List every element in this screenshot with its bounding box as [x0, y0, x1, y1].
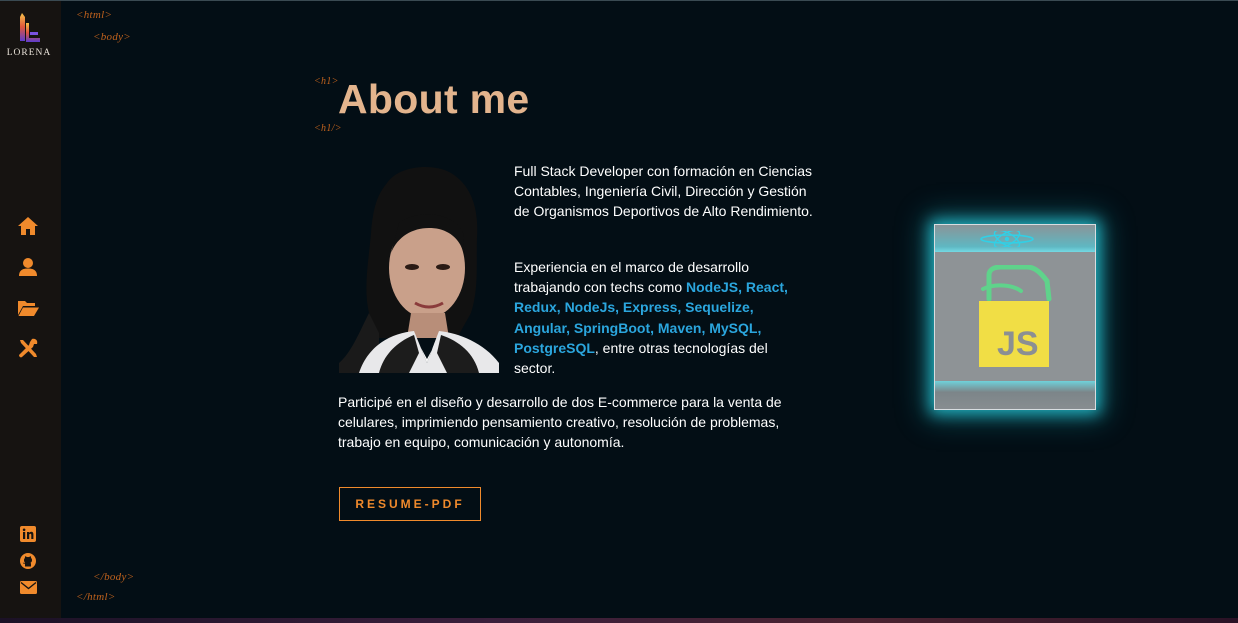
- h1-close-tag: <h1/>: [314, 123, 342, 134]
- tools-icon: [19, 338, 38, 358]
- resume-pdf-button[interactable]: RESUME-PDF: [339, 487, 481, 521]
- social-linkedin[interactable]: [20, 526, 36, 542]
- social-github[interactable]: [20, 553, 36, 569]
- body-open-tag: <body>: [93, 31, 132, 43]
- social-email[interactable]: [20, 581, 37, 594]
- profile-photo: [339, 163, 499, 373]
- nav-home[interactable]: [17, 216, 39, 236]
- logo-text: LORENA: [6, 48, 52, 58]
- body-close-tag: </body>: [93, 571, 135, 583]
- nav-portfolio[interactable]: [17, 298, 40, 317]
- about-paragraph-3: Participé en el diseño y desarrollo de d…: [338, 394, 782, 451]
- folder-open-icon: [18, 301, 39, 316]
- linkedin-icon: [20, 526, 36, 542]
- about-paragraph-2: Experiencia en el marco de desarrollo tr…: [514, 257, 804, 378]
- h1-open-tag: <h1>: [314, 76, 339, 87]
- html-open-tag: <html>: [76, 9, 113, 21]
- logo[interactable]: LORENA: [0, 11, 58, 58]
- html-close-tag: </html>: [76, 591, 116, 603]
- cube-top-face: [935, 225, 1095, 252]
- top-border: [0, 0, 1238, 1]
- sidebar: LORENA: [0, 1, 61, 618]
- page-title: About me: [338, 76, 530, 122]
- js-label: JS: [997, 325, 1039, 363]
- nav-skills[interactable]: [17, 338, 39, 359]
- react-icon: [980, 231, 1034, 247]
- envelope-icon: [20, 581, 37, 594]
- bottom-border: [0, 618, 1238, 623]
- logo-icon: [20, 13, 40, 42]
- github-icon: [20, 553, 36, 569]
- cube-bottom-face: [935, 381, 1095, 409]
- about-paragraph-1: Full Stack Developer con formación en Ci…: [514, 163, 813, 220]
- user-icon: [19, 258, 37, 276]
- nav-about[interactable]: [17, 257, 39, 277]
- home-icon: [18, 217, 38, 235]
- skills-cube[interactable]: JS: [934, 224, 1096, 410]
- javascript-icon: JS: [979, 265, 1052, 367]
